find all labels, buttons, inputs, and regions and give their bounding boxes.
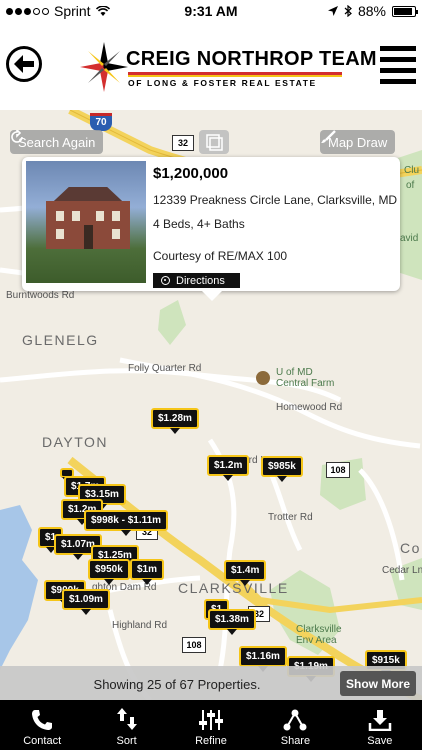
download-icon bbox=[368, 710, 392, 731]
poi-line: Env Area bbox=[296, 635, 337, 646]
hamburger-menu-icon[interactable] bbox=[380, 46, 416, 84]
sort-arrows-icon bbox=[116, 708, 137, 730]
poi-label: of bbox=[406, 180, 415, 191]
battery-icon bbox=[392, 5, 418, 17]
map-draw-button[interactable]: Map Draw bbox=[320, 130, 396, 154]
tab-share[interactable]: Share bbox=[253, 700, 337, 750]
graduation-cap-icon bbox=[256, 371, 270, 385]
listing-beds-baths: 4 Beds, 4+ Baths bbox=[153, 217, 245, 231]
price-pin[interactable]: $1.16m bbox=[239, 646, 287, 672]
poi-label: U of MD Central Farm bbox=[276, 367, 334, 389]
back-arrow-icon bbox=[14, 55, 34, 73]
poi-label: Clarksville Env Area bbox=[296, 624, 342, 646]
price-pin[interactable]: $950k bbox=[88, 559, 130, 585]
team-logo: CREIG NORTHROP TEAM OF LONG & FOSTER REA… bbox=[80, 42, 377, 92]
price-pin[interactable]: $1.09m bbox=[62, 589, 110, 615]
map-draw-label: Map Draw bbox=[328, 134, 388, 150]
results-bar: Showing 25 of 67 Properties. Show More bbox=[0, 666, 422, 700]
listing-courtesy: Courtesy of RE/MAX 100 bbox=[153, 249, 288, 263]
poi-label: Clu bbox=[404, 165, 420, 176]
price-pin[interactable]: $985k bbox=[261, 456, 303, 482]
back-button[interactable] bbox=[6, 46, 42, 82]
house-window bbox=[112, 211, 120, 221]
place-label: CLARKSVILLE bbox=[178, 580, 289, 596]
tab-contact[interactable]: Contact bbox=[0, 700, 84, 750]
layers-button[interactable] bbox=[199, 130, 229, 154]
price-pin[interactable]: $1.38m bbox=[208, 609, 256, 635]
place-label: GLENELG bbox=[22, 332, 99, 348]
compass-star-icon bbox=[80, 42, 128, 92]
sliders-icon bbox=[199, 710, 224, 730]
poi-line: U of MD bbox=[276, 367, 313, 378]
logo-rule-yellow bbox=[128, 75, 342, 77]
tab-label: Refine bbox=[195, 735, 227, 747]
poi-line: Central Farm bbox=[276, 378, 335, 389]
place-label: Co bbox=[400, 540, 421, 556]
listing-price: $1,200,000 bbox=[153, 165, 229, 182]
directions-label: Directions bbox=[176, 274, 225, 287]
price-pin[interactable]: $1.4m bbox=[224, 560, 267, 586]
listing-address: 12339 Preakness Circle Lane, Clarksville… bbox=[153, 193, 398, 207]
listing-photo[interactable] bbox=[26, 161, 146, 283]
price-pin[interactable]: $1m bbox=[130, 559, 165, 585]
poi-line: Clarksville bbox=[296, 624, 342, 635]
house-window bbox=[56, 229, 64, 239]
house-door bbox=[84, 225, 93, 249]
tab-label: Contact bbox=[23, 735, 62, 747]
road-label: Folly Quarter Rd bbox=[128, 363, 202, 374]
brush-icon bbox=[321, 130, 336, 143]
house-window bbox=[56, 211, 64, 221]
place-label: DAYTON bbox=[42, 434, 109, 450]
interstate-shield: 70 bbox=[90, 113, 112, 131]
phone-icon bbox=[32, 710, 53, 730]
price-pin[interactable]: $1.2m bbox=[207, 455, 250, 481]
logo-subtitle: OF LONG & FOSTER REAL ESTATE bbox=[128, 78, 317, 88]
refresh-icon bbox=[11, 130, 23, 143]
road-label: Burntwoods Rd bbox=[6, 290, 75, 301]
tab-refine[interactable]: Refine bbox=[169, 700, 253, 750]
status-bar: Sprint 9:31 AM 88% bbox=[0, 0, 422, 22]
status-right: 88% bbox=[327, 3, 418, 19]
search-again-label: Search Again bbox=[18, 134, 96, 150]
target-icon bbox=[161, 276, 170, 285]
results-count: Showing 25 of 67 Properties. bbox=[93, 677, 261, 692]
logo-title: CREIG NORTHROP TEAM bbox=[126, 48, 377, 70]
poi-label: avid bbox=[400, 233, 419, 244]
location-arrow-icon bbox=[327, 6, 338, 16]
route-shield: 108 bbox=[182, 637, 206, 653]
road-label: Cedar Ln bbox=[382, 565, 422, 576]
route-shield: 108 bbox=[326, 462, 350, 478]
bluetooth-icon bbox=[344, 5, 352, 17]
show-more-button[interactable]: Show More bbox=[340, 671, 416, 696]
tab-label: Save bbox=[367, 735, 393, 747]
tab-label: Sort bbox=[116, 735, 137, 747]
road-label: Homewood Rd bbox=[276, 402, 343, 413]
house-window bbox=[112, 229, 120, 239]
app-header: CREIG NORTHROP TEAM OF LONG & FOSTER REA… bbox=[0, 22, 422, 110]
house-window bbox=[72, 211, 80, 221]
battery-percent: 88% bbox=[357, 3, 386, 19]
route-shield: 32 bbox=[172, 135, 194, 151]
tab-bar: Contact Sort Refine Share Save bbox=[0, 700, 422, 750]
price-pin[interactable]: $998k - $1.11m bbox=[84, 510, 169, 536]
road-label: Trotter Rd bbox=[268, 512, 313, 523]
search-again-button[interactable]: Search Again bbox=[10, 130, 104, 154]
share-icon bbox=[283, 709, 307, 731]
house-window bbox=[96, 211, 104, 221]
tab-sort[interactable]: Sort bbox=[84, 700, 168, 750]
road-label: Highland Rd bbox=[112, 620, 168, 631]
price-pin[interactable]: $1.28m bbox=[151, 408, 199, 434]
directions-button[interactable]: Directions bbox=[153, 273, 240, 288]
tab-label: Share bbox=[280, 735, 311, 747]
listing-popup[interactable]: $1,200,000 12339 Preakness Circle Lane, … bbox=[22, 157, 400, 301]
layers-icon bbox=[206, 134, 223, 151]
tab-save[interactable]: Save bbox=[338, 700, 422, 750]
